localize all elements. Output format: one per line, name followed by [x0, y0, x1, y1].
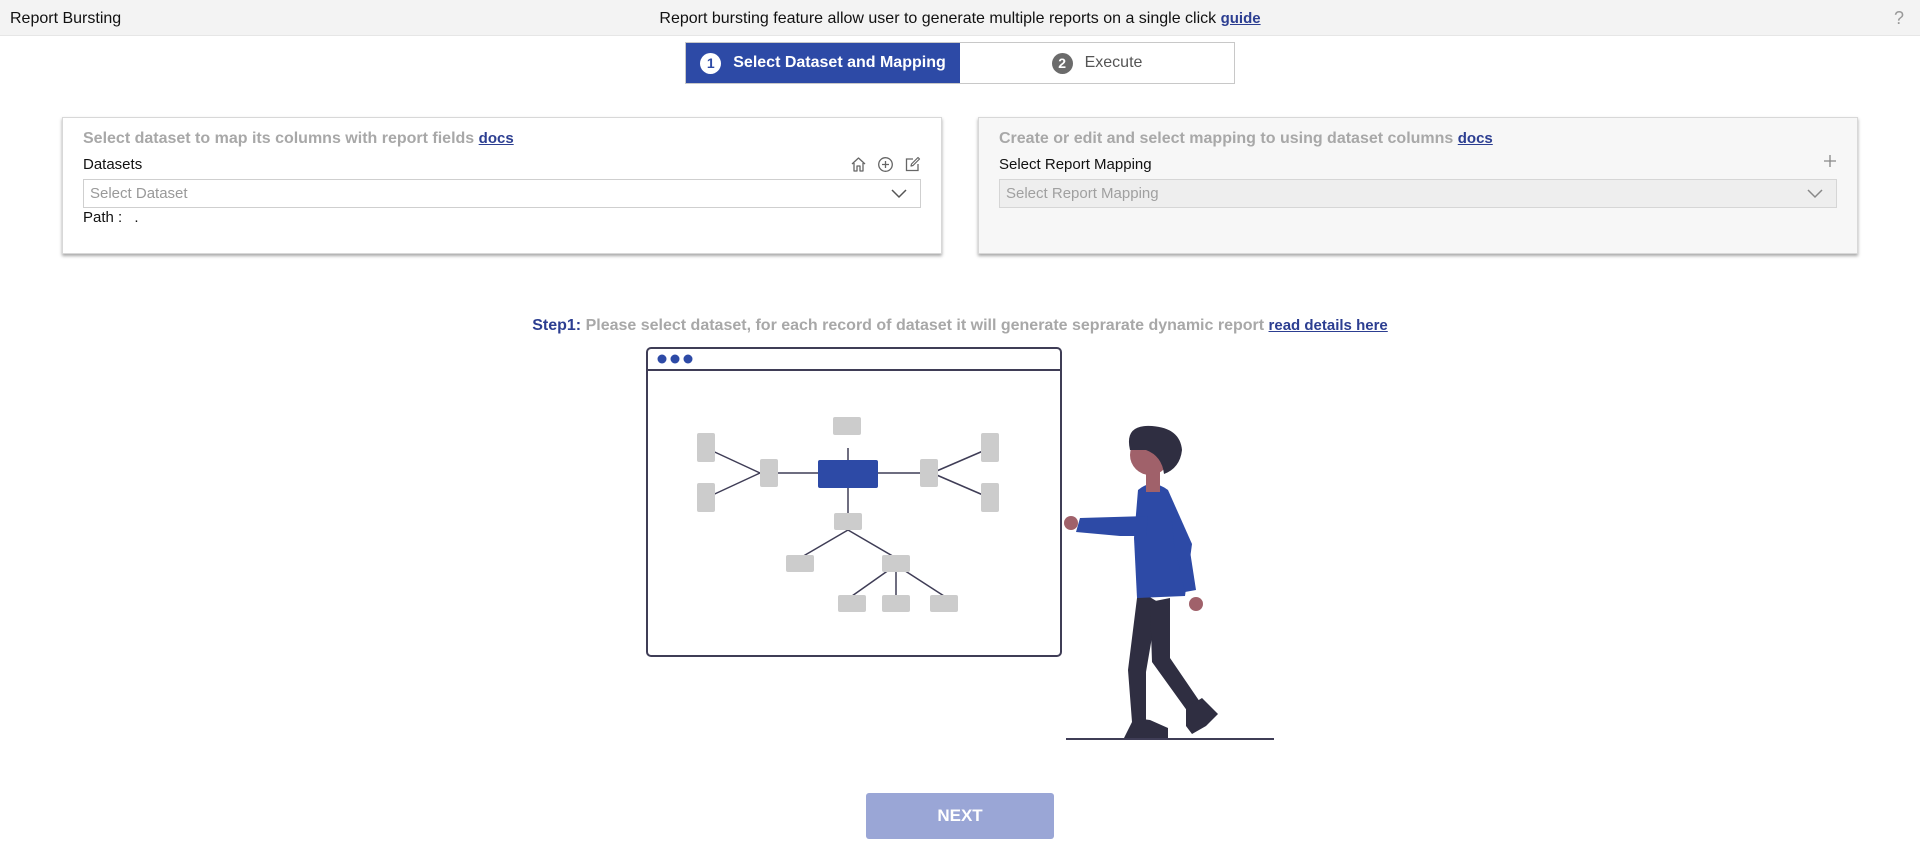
dataset-illustration — [646, 347, 1274, 740]
step-label: Select Dataset and Mapping — [733, 54, 946, 71]
report-mapping-placeholder: Select Report Mapping — [1006, 185, 1159, 202]
path-label: Path : — [83, 209, 123, 226]
step-number: 2 — [1051, 52, 1073, 74]
report-mapping-select[interactable]: Select Report Mapping — [999, 179, 1837, 208]
step1-label: Step1: — [532, 317, 582, 334]
home-icon[interactable] — [850, 156, 867, 173]
plus-icon[interactable] — [1823, 148, 1837, 174]
step-number: 1 — [700, 52, 722, 74]
dataset-panel-title: Select dataset to map its columns with r… — [83, 130, 514, 148]
path-value: . — [134, 209, 139, 226]
dataset-select[interactable]: Select Dataset — [83, 179, 921, 208]
next-button[interactable]: NEXT — [866, 793, 1054, 839]
dataset-docs-link[interactable]: docs — [479, 130, 514, 147]
step-execute[interactable]: 2 Execute — [960, 43, 1234, 83]
step-label: Execute — [1084, 54, 1143, 71]
chevron-down-icon — [891, 189, 907, 199]
dataset-path: Path : . — [83, 209, 139, 226]
dataset-select-placeholder: Select Dataset — [90, 185, 188, 202]
guide-link[interactable]: guide — [1221, 10, 1261, 27]
dataset-actions — [850, 156, 921, 173]
add-circle-icon[interactable] — [877, 156, 894, 173]
step-select-dataset[interactable]: 1 Select Dataset and Mapping — [686, 43, 960, 83]
top-bar: Report Bursting Report bursting feature … — [0, 0, 1920, 36]
datasets-label: Datasets — [83, 156, 143, 173]
report-mapping-label: Select Report Mapping — [999, 156, 1152, 173]
mapping-panel-title: Create or edit and select mapping to usi… — [999, 130, 1493, 148]
read-details-link[interactable]: read details here — [1269, 317, 1388, 334]
mapping-docs-link[interactable]: docs — [1458, 130, 1493, 147]
feature-description-text: Report bursting feature allow user to ge… — [659, 10, 1217, 27]
dataset-panel-title-text: Select dataset to map its columns with r… — [83, 130, 475, 147]
person-illustration — [1064, 425, 1274, 740]
feature-description: Report bursting feature allow user to ge… — [0, 10, 1920, 28]
dataset-panel: Select dataset to map its columns with r… — [62, 117, 942, 254]
help-icon[interactable]: ? — [1894, 8, 1904, 29]
step1-instruction: Step1: Please select dataset, for each r… — [0, 317, 1920, 335]
chevron-down-icon — [1807, 189, 1823, 199]
edit-icon[interactable] — [904, 156, 921, 173]
mapping-panel: Create or edit and select mapping to usi… — [978, 117, 1858, 254]
wizard-stepper: 1 Select Dataset and Mapping 2 Execute — [685, 42, 1235, 84]
mapping-panel-title-text: Create or edit and select mapping to usi… — [999, 130, 1454, 147]
step1-text: Please select dataset, for each record o… — [585, 317, 1265, 334]
